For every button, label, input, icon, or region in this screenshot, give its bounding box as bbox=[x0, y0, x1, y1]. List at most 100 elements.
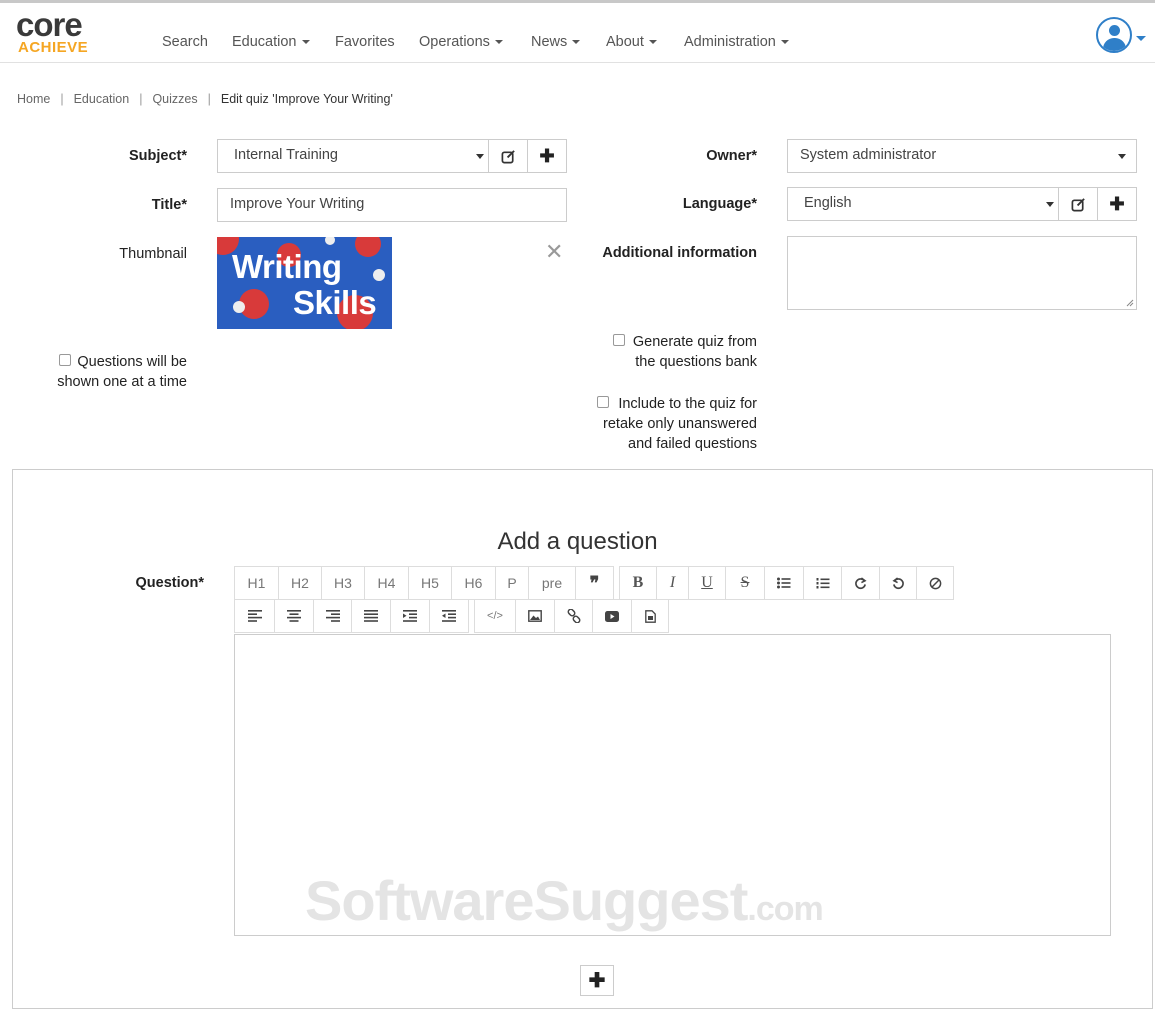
resize-handle-icon[interactable] bbox=[1126, 299, 1134, 307]
thumbnail-label: Thumbnail bbox=[119, 246, 187, 262]
nav-education[interactable]: Education bbox=[232, 34, 310, 50]
user-avatar-icon[interactable] bbox=[1096, 17, 1132, 53]
avatar-body bbox=[1103, 38, 1126, 51]
edit-icon bbox=[1071, 197, 1085, 211]
toolbar-p-button[interactable]: P bbox=[495, 566, 529, 600]
plus-icon: ✚ bbox=[539, 145, 555, 166]
user-menu-chevron-icon[interactable] bbox=[1136, 36, 1146, 41]
additional-info-textarea[interactable] bbox=[787, 236, 1137, 310]
toolbar-outdent-button[interactable] bbox=[429, 599, 469, 633]
toolbar-code-button[interactable]: </> bbox=[474, 599, 516, 633]
nav-education-label: Education bbox=[232, 34, 297, 50]
toolbar-numbered-list-button[interactable] bbox=[803, 566, 842, 600]
toolbar-h2-button[interactable]: H2 bbox=[278, 566, 322, 600]
add-question-button[interactable]: ✚ bbox=[580, 965, 614, 996]
generate-from-bank-line1: Generate quiz from bbox=[632, 334, 757, 350]
toolbar-strikethrough-button[interactable]: S bbox=[725, 566, 765, 600]
toolbar-image-button[interactable] bbox=[515, 599, 555, 633]
toolbar-indent-button[interactable] bbox=[390, 599, 430, 633]
include-retake-line2: retake only unanswered bbox=[603, 416, 757, 432]
bold-icon: B bbox=[632, 574, 644, 591]
thumbnail-image[interactable]: Writing Skills bbox=[217, 237, 392, 329]
nav-operations-label: Operations bbox=[419, 34, 490, 50]
language-edit-button[interactable] bbox=[1058, 187, 1098, 221]
nav-about[interactable]: About bbox=[606, 34, 657, 50]
toolbar-p-label: P bbox=[507, 575, 517, 591]
toolbar-h5-button[interactable]: H5 bbox=[408, 566, 452, 600]
language-select[interactable]: English bbox=[787, 187, 1059, 221]
toolbar-pre-button[interactable]: pre bbox=[528, 566, 576, 600]
include-retake-line3: and failed questions bbox=[628, 436, 757, 452]
nav-favorites-label: Favorites bbox=[335, 34, 395, 50]
title-input[interactable]: Improve Your Writing bbox=[217, 188, 567, 222]
align-left-icon bbox=[247, 610, 262, 622]
nav-news[interactable]: News bbox=[531, 34, 581, 50]
owner-label: Owner* bbox=[706, 148, 757, 164]
toolbar-h1-button[interactable]: H1 bbox=[234, 566, 279, 600]
subject-edit-button[interactable] bbox=[488, 139, 528, 173]
toolbar-pre-label: pre bbox=[541, 575, 563, 591]
navbar: core ACHIEVE Search Education Favorites … bbox=[0, 3, 1155, 63]
include-retake-line1: Include to the quiz for bbox=[618, 396, 757, 412]
toolbar-justify-button[interactable] bbox=[351, 599, 391, 633]
toolbar-align-right-button[interactable] bbox=[313, 599, 352, 633]
breadcrumb-education[interactable]: Education bbox=[74, 92, 130, 106]
underline-icon: U bbox=[701, 574, 713, 591]
toolbar-undo-button[interactable] bbox=[879, 566, 917, 600]
language-value: English bbox=[804, 195, 852, 211]
subject-value: Internal Training bbox=[234, 147, 338, 163]
breadcrumb-current: Edit quiz 'Improve Your Writing' bbox=[220, 92, 393, 106]
code-icon: </> bbox=[487, 610, 503, 622]
toolbar-align-center-button[interactable] bbox=[274, 599, 314, 633]
nav-administration[interactable]: Administration bbox=[684, 34, 789, 50]
image-icon bbox=[528, 610, 542, 622]
owner-select[interactable]: System administrator bbox=[787, 139, 1137, 173]
italic-icon: I bbox=[669, 574, 676, 591]
nav-operations[interactable]: Operations bbox=[419, 34, 503, 50]
breadcrumb-separator: | bbox=[139, 92, 143, 106]
watermark-text: SoftwareSuggest bbox=[305, 869, 748, 932]
chevron-down-icon bbox=[494, 40, 503, 45]
toolbar-h6-button[interactable]: H6 bbox=[451, 566, 496, 600]
nav-favorites[interactable]: Favorites bbox=[335, 34, 395, 50]
clear-format-icon bbox=[929, 577, 941, 589]
watermark-suffix: .com bbox=[747, 890, 823, 928]
subject-select[interactable]: Internal Training bbox=[217, 139, 489, 173]
additional-info-label: Additional information bbox=[602, 245, 757, 261]
toolbar-file-button[interactable] bbox=[631, 599, 669, 633]
subject-add-button[interactable]: ✚ bbox=[527, 139, 567, 173]
toolbar-video-button[interactable] bbox=[592, 599, 632, 633]
breadcrumb-quizzes[interactable]: Quizzes bbox=[152, 92, 197, 106]
quote-icon: ❞ bbox=[589, 572, 600, 593]
toolbar-underline-button[interactable]: U bbox=[688, 566, 726, 600]
outdent-icon bbox=[442, 610, 456, 622]
indent-icon bbox=[403, 610, 417, 622]
thumbnail-text-line2: Skills bbox=[293, 284, 377, 321]
questions-one-at-time-label: Questions will be shown one at a time bbox=[30, 352, 187, 392]
thumbnail-shape bbox=[325, 237, 335, 245]
include-retake-label: Include to the quiz for retake only unan… bbox=[560, 394, 757, 454]
chevron-down-icon bbox=[476, 154, 484, 159]
toolbar-bold-button[interactable]: B bbox=[619, 566, 657, 600]
nav-search-label: Search bbox=[162, 34, 208, 50]
toolbar-clear-format-button[interactable] bbox=[916, 566, 954, 600]
logo[interactable]: core ACHIEVE bbox=[16, 6, 106, 58]
toolbar-h3-button[interactable]: H3 bbox=[321, 566, 365, 600]
plus-icon: ✚ bbox=[588, 970, 606, 992]
language-add-button[interactable]: ✚ bbox=[1097, 187, 1137, 221]
subject-label: Subject* bbox=[128, 148, 187, 164]
breadcrumb-home[interactable]: Home bbox=[17, 92, 50, 106]
toolbar-italic-button[interactable]: I bbox=[656, 566, 689, 600]
toolbar-redo-button[interactable] bbox=[841, 566, 880, 600]
toolbar-h4-button[interactable]: H4 bbox=[364, 566, 409, 600]
toolbar-bullet-list-button[interactable] bbox=[764, 566, 804, 600]
chevron-down-icon bbox=[301, 40, 310, 45]
nav-administration-label: Administration bbox=[684, 34, 776, 50]
toolbar-h4-label: H4 bbox=[377, 575, 396, 591]
toolbar-align-left-button[interactable] bbox=[234, 599, 275, 633]
toolbar-link-button[interactable] bbox=[554, 599, 593, 633]
undo-icon bbox=[891, 576, 904, 589]
toolbar-quote-button[interactable]: ❞ bbox=[575, 566, 614, 600]
generate-from-bank-line2: the questions bank bbox=[635, 354, 757, 370]
nav-search[interactable]: Search bbox=[162, 34, 208, 50]
